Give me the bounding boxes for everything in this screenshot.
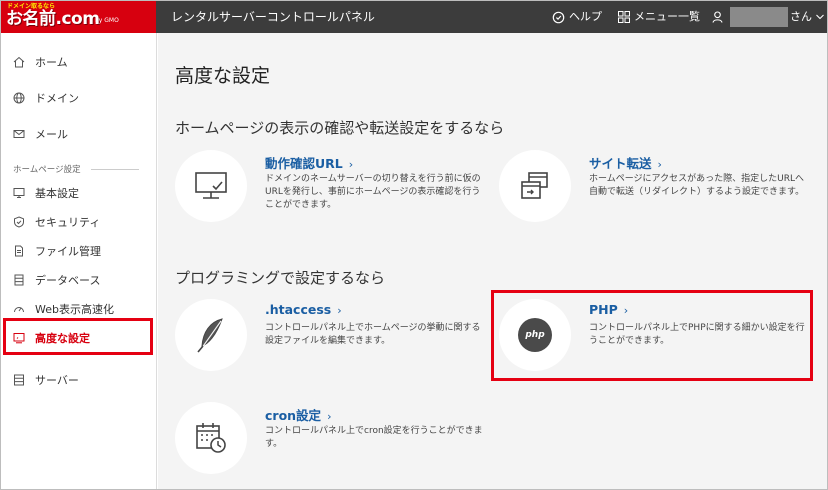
card-icon-circle [175, 150, 247, 222]
logo-sub: by GMO [95, 17, 119, 24]
nav-divider [91, 169, 139, 170]
sidebar-item-label: ドメイン [35, 92, 79, 105]
card-description: ドメインのネームサーバーの切り替えを行う前に仮のURLを発行し、事前にホームペー… [265, 174, 481, 210]
sidebar-item-home[interactable]: ホーム [1, 48, 156, 76]
user-menu[interactable]: さん [790, 1, 824, 33]
chevron-right-icon: › [337, 304, 342, 317]
chevron-right-icon: › [348, 158, 354, 171]
server-icon [14, 374, 24, 386]
main-content: 高度な設定 ホームページの表示の確認や転送設定をするなら 動作確認URL › ドメ… [158, 33, 827, 489]
help-icon [552, 11, 565, 23]
redirect-windows-icon [521, 172, 548, 199]
mail-icon [13, 130, 25, 138]
sidebar-item-label: サーバー [35, 374, 79, 387]
sidebar-item-label: Web表示高速化 [35, 303, 114, 316]
card-htaccess[interactable]: .htaccess › コントロールパネル上でホームページの挙動に関する設定ファイ… [175, 299, 495, 379]
sidebar-item-label: 基本設定 [35, 187, 79, 200]
card-icon-circle [499, 150, 571, 222]
card-description: コントロールパネル上でホームページの挙動に関する設定ファイルを編集できます。 [265, 323, 481, 346]
top-header: ドメイン取るなら お名前.com by GMO レンタルサーバーコントロールパネ… [1, 1, 827, 33]
sidebar-item-basic-settings[interactable]: 基本設定 [1, 179, 156, 207]
highlight-box-sidebar [3, 318, 153, 355]
sidebar-item-label: メール [35, 128, 68, 141]
sidebar-item-label: ホーム [35, 56, 68, 69]
app-title: レンタルサーバーコントロールパネル [171, 10, 375, 24]
card-title-link[interactable]: サイト転送 › [589, 153, 662, 172]
user-icon-wrap[interactable] [712, 1, 723, 33]
section-title-programming: プログラミングで設定するなら [175, 269, 386, 287]
card-title-text: cron設定 [265, 408, 322, 423]
sidebar-item-mail[interactable]: メール [1, 120, 156, 148]
sidebar-item-domain[interactable]: ドメイン [1, 84, 156, 112]
onamae-logo[interactable]: ドメイン取るなら お名前.com by GMO [1, 1, 156, 33]
user-suffix: さん [790, 10, 812, 23]
chevron-right-icon: › [657, 158, 662, 171]
card-site-redirect[interactable]: サイト転送 › ホームページにアクセスがあった際、指定したURLへ自動で転送（リダ… [499, 150, 819, 230]
grid-icon [618, 11, 630, 23]
card-title-link[interactable]: 動作確認URL › [265, 153, 353, 172]
card-title-link[interactable]: cron設定 › [265, 405, 331, 424]
database-icon [14, 274, 24, 286]
help-link[interactable]: ヘルプ [552, 1, 602, 33]
sidebar: ホーム ドメイン メール ホームページ設定 基本設定 セキュリティ ファイル管理… [1, 33, 157, 489]
card-title-text: .htaccess [265, 302, 332, 317]
calendar-clock-icon [196, 423, 226, 453]
card-description: ホームページにアクセスがあった際、指定したURLへ自動で転送（リダイレクト）する… [589, 174, 805, 197]
card-icon-circle [175, 402, 247, 474]
card-preview-url[interactable]: 動作確認URL › ドメインのネームサーバーの切り替えを行う前に仮のURLを発行し… [175, 150, 495, 230]
menu-list-label: メニュー一覧 [634, 10, 700, 23]
card-title-text: サイト転送 [589, 156, 652, 171]
card-description: コントロールパネル上でcron設定を行うことができます。 [265, 426, 483, 449]
user-icon [712, 11, 723, 23]
nav-group-label: ホームページ設定 [13, 165, 81, 175]
sidebar-item-server[interactable]: サーバー [1, 366, 156, 394]
card-icon-circle [175, 299, 247, 371]
monitor-check-icon [195, 172, 227, 199]
menu-list-link[interactable]: メニュー一覧 [618, 1, 700, 33]
sidebar-item-security[interactable]: セキュリティ [1, 208, 156, 236]
speedometer-icon [14, 307, 24, 313]
chevron-right-icon: › [327, 410, 332, 423]
logo-wordmark: お名前.com [6, 9, 100, 29]
section-title-display-redirect: ホームページの表示の確認や転送設定をするなら [175, 119, 505, 137]
highlight-box-php [491, 290, 813, 381]
home-icon [13, 56, 25, 68]
sidebar-item-label: ファイル管理 [35, 245, 101, 258]
sidebar-item-database[interactable]: データベース [1, 266, 156, 294]
monitor-icon [13, 188, 25, 198]
feather-icon [197, 318, 223, 353]
sidebar-item-file-manager[interactable]: ファイル管理 [1, 237, 156, 265]
user-name-redacted [730, 7, 788, 27]
help-label: ヘルプ [569, 10, 602, 23]
sidebar-item-label: データベース [35, 274, 101, 287]
card-cron[interactable]: cron設定 › コントロールパネル上でcron設定を行うことができます。 [175, 402, 495, 482]
shield-icon [14, 216, 24, 228]
card-title-link[interactable]: .htaccess › [265, 302, 342, 317]
page-title: 高度な設定 [175, 65, 271, 87]
file-icon [15, 245, 23, 257]
chevron-down-icon [816, 14, 824, 20]
card-title-text: 動作確認URL [265, 156, 343, 171]
sidebar-item-label: セキュリティ [35, 216, 101, 229]
globe-icon [13, 92, 25, 104]
